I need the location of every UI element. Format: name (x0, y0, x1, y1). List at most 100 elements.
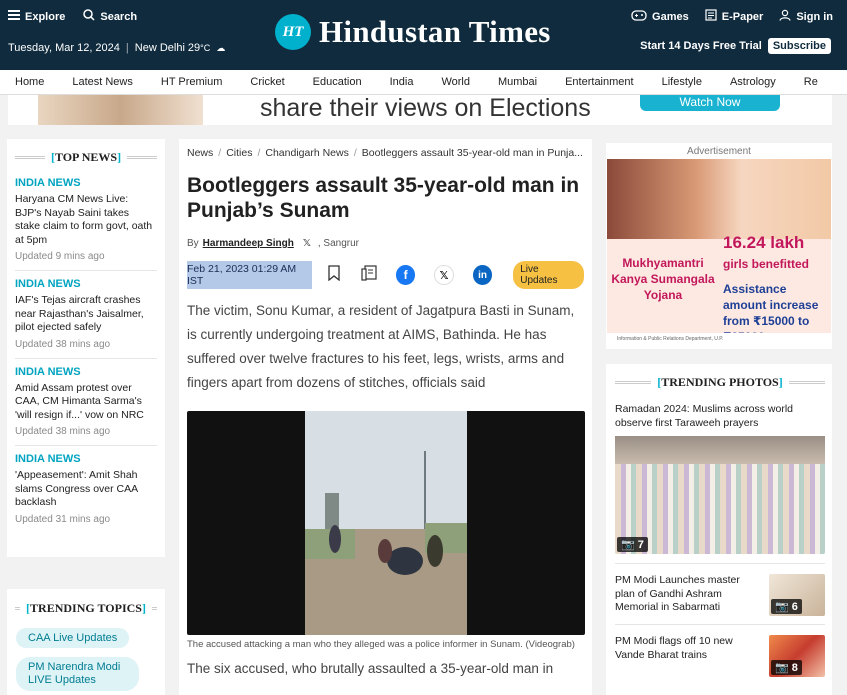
nav-item-world[interactable]: World (426, 76, 483, 88)
news-headline[interactable]: Amid Assam protest over CAA, CM Himanta … (15, 382, 157, 423)
linkedin-icon[interactable]: in (472, 265, 493, 285)
byline: By Harmandeep Singh 𝕏 , Sangrur (187, 238, 584, 249)
site-logo[interactable]: HT Hindustan Times (275, 14, 551, 50)
breadcrumb-news[interactable]: News (187, 147, 213, 159)
photo-count-badge: 📷 8 (771, 660, 802, 675)
news-updated: Updated 38 mins ago (15, 426, 111, 437)
trending-topics-heading: [TRENDING TOPICS] (15, 601, 158, 616)
article-actions: Feb 21, 2023 01:29 AM IST f 𝕏 in Live Up… (187, 261, 584, 289)
nav-item-education[interactable]: Education (298, 76, 375, 88)
ad-benefit: girls benefitted (723, 257, 810, 271)
explore-button[interactable]: Explore (8, 9, 65, 24)
logo-text: Hindustan Times (319, 14, 551, 49)
current-date: Tuesday, Mar 12, 2024 (8, 42, 120, 54)
nav-item-entertainment[interactable]: Entertainment (550, 76, 646, 88)
gamepad-icon (631, 9, 647, 24)
news-category[interactable]: INDIA NEWS (15, 177, 157, 189)
x-icon[interactable]: 𝕏 (303, 238, 311, 249)
article-title: Bootleggers assault 35-year-old man in P… (187, 174, 580, 222)
author-link[interactable]: Harmandeep Singh (203, 238, 294, 249)
nav-item-ht-premium[interactable]: HT Premium (146, 76, 236, 88)
copy-link-icon[interactable] (360, 264, 378, 287)
news-headline[interactable]: 'Appeasement': Amit Shah slams Congress … (15, 469, 157, 510)
top-ad-banner[interactable]: share their views on Elections Watch Now (8, 95, 832, 125)
list-item[interactable]: INDIA NEWS 'Appeasement': Amit Shah slam… (15, 446, 157, 533)
nav-item-mumbai[interactable]: Mumbai (483, 76, 550, 88)
breadcrumb-cities[interactable]: Cities (226, 147, 252, 159)
search-label: Search (100, 10, 138, 23)
newspaper-icon (705, 9, 717, 24)
facebook-icon[interactable]: f (395, 265, 416, 285)
topic-pill[interactable]: CAA Live Updates (16, 628, 130, 648)
explore-label: Explore (25, 10, 66, 23)
sidebar-advertisement: Advertisement Mukhyamantri Kanya Sumanga… (606, 143, 832, 349)
search-button[interactable]: Search (83, 9, 137, 24)
video-caption: The accused attacking a man who they all… (187, 639, 575, 650)
ad-label: Advertisement (687, 146, 751, 157)
nav-item-india[interactable]: India (375, 76, 427, 88)
nav-item-lifestyle[interactable]: Lifestyle (647, 76, 715, 88)
ad-figure: 16.24 lakh (723, 233, 805, 252)
video-frame (305, 411, 467, 635)
header-left-tools: Explore Search (8, 9, 137, 24)
subscribe-button[interactable]: Subscribe (767, 38, 831, 54)
breadcrumb-chandigarh[interactable]: Chandigarh News (265, 147, 348, 159)
games-label: Games (652, 10, 689, 23)
article-video[interactable] (187, 411, 585, 635)
gallery-thumbnail[interactable]: 📷 7 (615, 436, 825, 554)
date-weather: Tuesday, Mar 12, 2024 | New Delhi 29°C ☁ (8, 42, 225, 54)
list-item[interactable]: INDIA NEWS IAF's Tejas aircraft crashes … (15, 271, 157, 359)
news-category[interactable]: INDIA NEWS (15, 278, 157, 290)
photo-gallery-item[interactable]: PM Modi Launches master plan of Gandhi A… (615, 563, 825, 624)
nav-item-more[interactable]: Re (789, 76, 831, 88)
ad-creative[interactable]: Mukhyamantri Kanya Sumangala Yojana 16.2… (607, 159, 831, 345)
news-headline[interactable]: Haryana CM News Live: BJP's Nayab Saini … (15, 193, 157, 247)
article-location: , Sangrur (317, 238, 360, 249)
news-headline[interactable]: IAF's Tejas aircraft crashes near Rajast… (15, 294, 157, 335)
photo-count-badge: 📷 7 (617, 537, 648, 552)
x-share-icon[interactable]: 𝕏 (434, 265, 454, 285)
nav-item-latest-news[interactable]: Latest News (57, 76, 146, 88)
gallery-headline[interactable]: PM Modi Launches master plan of Gandhi A… (615, 574, 750, 616)
top-news-panel: [TOP NEWS] INDIA NEWS Haryana CM News Li… (7, 139, 165, 557)
article-summary: The victim, Sonu Kumar, a resident of Ja… (187, 303, 575, 390)
subscription-promo: Start 14 Days Free Trial Subscribe (640, 38, 831, 54)
gallery-thumbnail[interactable]: 📷 8 (769, 635, 825, 677)
gallery-headline[interactable]: Ramadan 2024: Muslims across world obser… (615, 402, 825, 430)
trending-photos-panel: [TRENDING PHOTOS] Ramadan 2024: Muslims … (606, 364, 832, 695)
gallery-headline[interactable]: PM Modi flags off 10 new Vande Bharat tr… (615, 635, 750, 677)
gallery-thumbnail[interactable]: 📷 6 (769, 574, 825, 616)
bookmark-icon[interactable] (328, 264, 340, 286)
epaper-link[interactable]: E-Paper (705, 9, 763, 24)
photo-gallery-item[interactable]: PM Modi flags off 10 new Vande Bharat tr… (615, 624, 825, 685)
divider: | (125, 42, 129, 54)
news-updated: Updated 38 mins ago (15, 338, 111, 350)
topic-pill[interactable]: PM Narendra Modi LIVE Updates (16, 657, 139, 691)
breadcrumb: News / Cities / Chandigarh News / Bootlegge… (187, 147, 583, 159)
banner-cta-button[interactable]: Watch Now (640, 95, 780, 111)
weather-city: New Delhi (134, 42, 185, 54)
trial-link[interactable]: Start 14 Days Free Trial (640, 40, 762, 52)
news-category[interactable]: INDIA NEWS (15, 366, 157, 378)
photo-count-badge: 📷 6 (771, 599, 802, 614)
nav-item-home[interactable]: Home (0, 76, 57, 88)
games-link[interactable]: Games (631, 9, 689, 24)
camera-icon: 📷 (775, 601, 789, 613)
news-updated: Updated 9 mins ago (15, 251, 105, 262)
article-body: The six accused, who brutally assaulted … (187, 661, 554, 676)
main-nav: Home Latest News HT Premium Cricket Educ… (0, 70, 847, 95)
nav-item-cricket[interactable]: Cricket (235, 76, 297, 88)
list-item[interactable]: INDIA NEWS Amid Assam protest over CAA, … (15, 359, 157, 446)
list-item[interactable]: INDIA NEWS Haryana CM News Live: BJP's N… (15, 170, 157, 271)
signin-link[interactable]: Sign in (779, 9, 833, 24)
ad-footer: Information & Public Relations Departmen… (607, 333, 831, 345)
trending-topics-panel: [TRENDING TOPICS] CAA Live Updates PM Na… (7, 589, 165, 695)
live-updates-button[interactable]: Live Updates (513, 261, 584, 289)
nav-item-astrology[interactable]: Astrology (715, 76, 789, 88)
ad-scheme-name: Mukhyamantri Kanya Sumangala Yojana (611, 256, 715, 302)
search-icon (83, 9, 95, 24)
article-timestamp: Feb 21, 2023 01:29 AM IST (187, 261, 312, 289)
news-category[interactable]: INDIA NEWS (15, 453, 157, 465)
photo-gallery-item[interactable]: Ramadan 2024: Muslims across world obser… (615, 402, 825, 554)
video-scene (305, 411, 467, 635)
